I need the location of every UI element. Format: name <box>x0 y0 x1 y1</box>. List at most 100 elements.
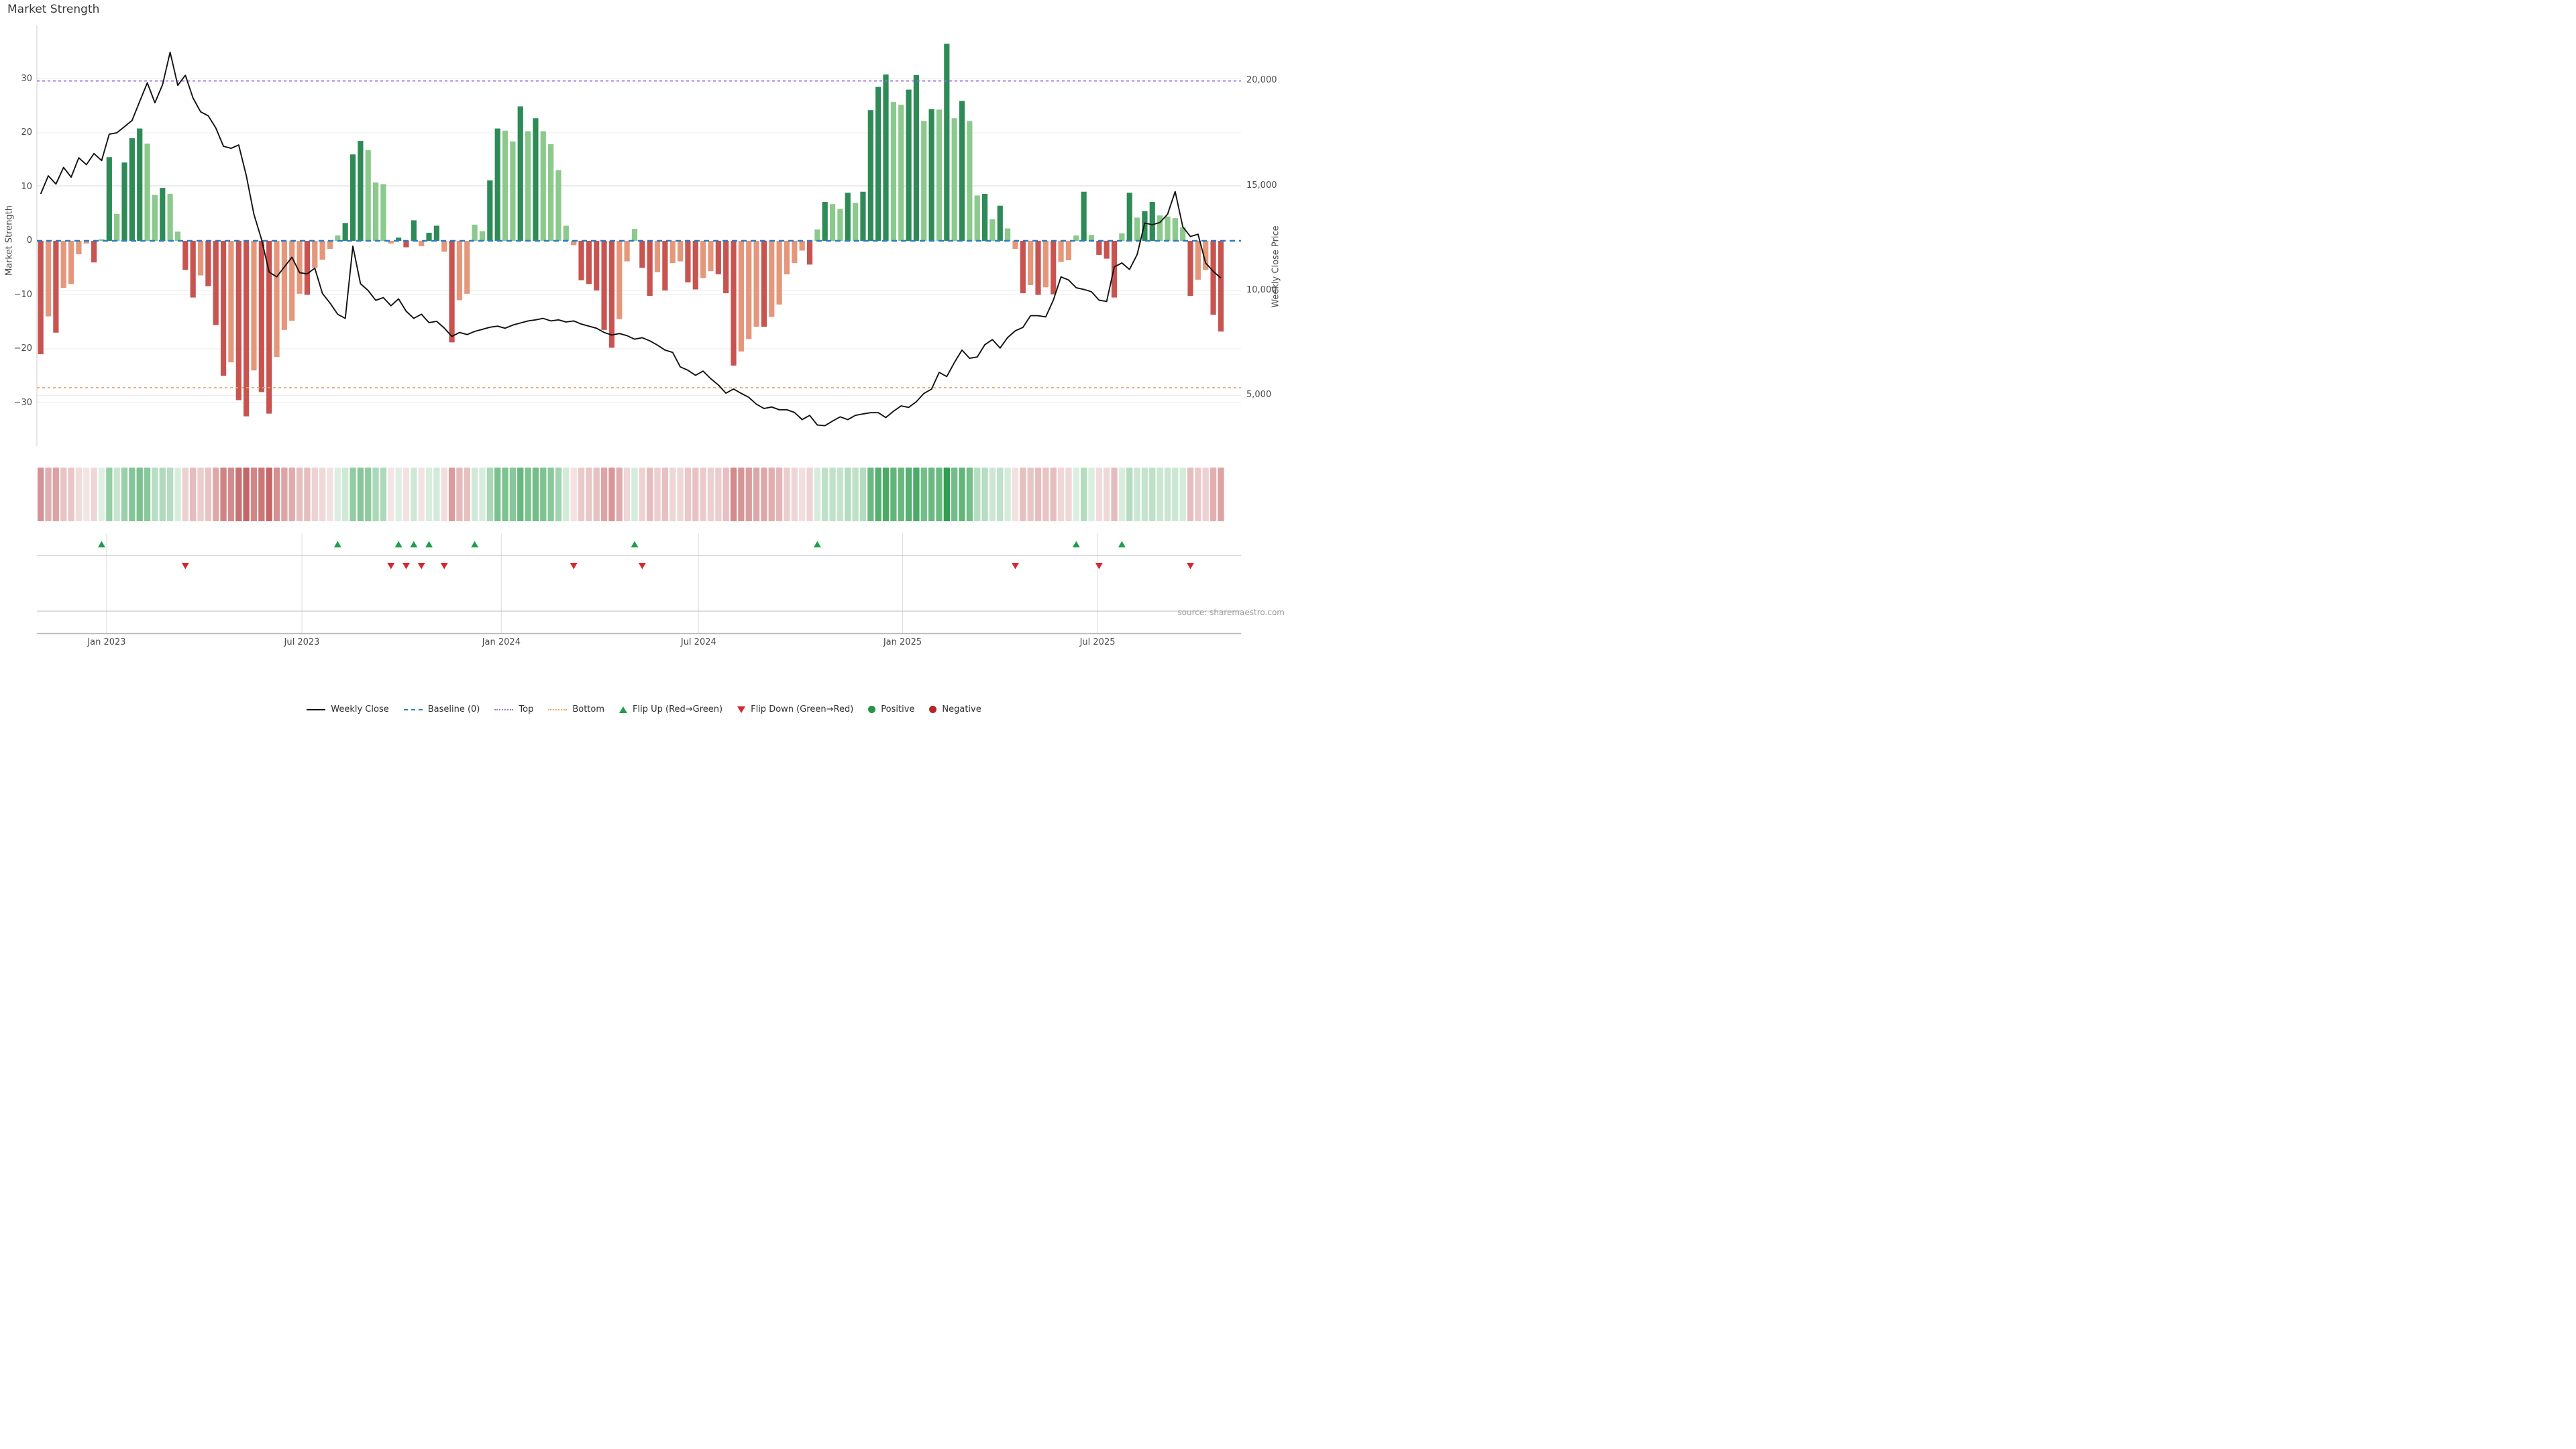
x-tick-label: Jul 2024 <box>681 637 716 647</box>
x-tick-label: Jan 2024 <box>482 637 521 647</box>
heatmap-cell <box>822 468 828 521</box>
strength-bar <box>639 241 645 268</box>
flip-down-marker <box>387 563 394 570</box>
strength-bar <box>837 209 843 241</box>
strength-bar <box>495 129 500 241</box>
x-tick-label: Jan 2023 <box>87 637 125 647</box>
heatmap-cell <box>837 468 843 521</box>
heatmap-cell <box>723 468 729 521</box>
flip-up-marker <box>814 541 821 548</box>
strength-bar <box>868 110 873 241</box>
heatmap-cell <box>372 468 378 521</box>
strength-bar <box>891 102 896 241</box>
strength-bar <box>1195 241 1201 280</box>
left-tick-label: 0 <box>5 235 32 246</box>
heatmap-cell <box>205 468 211 521</box>
flip-up-marker <box>631 541 638 548</box>
strength-bar <box>753 241 759 327</box>
strength-bar <box>898 105 904 241</box>
chart-canvas <box>0 0 1288 724</box>
strength-bar <box>457 241 462 301</box>
page-title: Market Strength <box>7 3 99 16</box>
strength-bar <box>548 144 553 241</box>
heatmap-cell <box>669 468 676 521</box>
flip-up-marker <box>98 541 105 548</box>
strength-bar <box>647 241 653 296</box>
heatmap-cell <box>1218 468 1224 521</box>
strength-bar <box>38 241 44 354</box>
strength-bar <box>1005 228 1010 241</box>
strength-bar <box>1218 241 1224 331</box>
heatmap-cell <box>1149 468 1155 521</box>
strength-bar <box>777 241 782 305</box>
strength-bar <box>191 241 196 298</box>
legend-dash-icon <box>404 709 423 710</box>
heatmap-cell <box>1020 468 1026 521</box>
strength-bar <box>487 180 492 241</box>
heatmap-cell <box>76 468 82 521</box>
market-strength-chart: Market Strength Market Strength Weekly C… <box>0 0 1288 724</box>
heatmap-cell <box>692 468 698 521</box>
heatmap-cell <box>1203 468 1209 521</box>
heatmap-cell <box>601 468 607 521</box>
flip-up-marker <box>425 541 433 548</box>
strength-bar <box>1096 241 1102 255</box>
strength-bar <box>144 144 150 241</box>
strength-bar <box>761 241 767 327</box>
strength-bar <box>693 241 698 289</box>
strength-bar <box>807 241 812 264</box>
flip-down-marker <box>1012 563 1019 570</box>
strength-bar <box>426 233 431 241</box>
heatmap-cell <box>228 468 234 521</box>
heatmap-cell <box>738 468 744 521</box>
heatmap-cell <box>540 468 546 521</box>
heatmap-cell <box>806 468 812 521</box>
strength-bar <box>1142 211 1147 241</box>
heatmap-cell <box>297 468 303 521</box>
heatmap-cell <box>167 468 173 521</box>
legend-item: Baseline (0) <box>404 704 480 714</box>
heatmap-cell <box>989 468 996 521</box>
heatmap-cell <box>814 468 820 521</box>
strength-bar <box>982 194 987 241</box>
strength-bar <box>1127 193 1132 241</box>
strength-bar <box>251 241 256 370</box>
heatmap-cell <box>289 468 295 521</box>
strength-bar <box>578 241 584 280</box>
heatmap-cell <box>419 468 425 521</box>
heatmap-cell <box>875 468 881 521</box>
legend-item: Positive <box>868 704 914 714</box>
strength-bar <box>236 241 241 400</box>
strength-bar <box>769 241 774 317</box>
flip-up-marker <box>334 541 341 548</box>
strength-bar <box>746 241 751 339</box>
legend-label: Bottom <box>572 704 604 714</box>
strength-bar <box>327 241 333 249</box>
strength-bar <box>305 241 310 295</box>
strength-bar <box>53 241 58 333</box>
strength-bar <box>685 241 690 282</box>
strength-bar <box>205 241 211 286</box>
legend-label: Weekly Close <box>331 704 388 714</box>
strength-bar <box>731 241 736 366</box>
legend-item: Bottom <box>548 704 604 714</box>
strength-bar <box>1028 241 1033 285</box>
strength-bar <box>936 109 942 241</box>
heatmap-cell <box>472 468 478 521</box>
legend: Weekly CloseBaseline (0)TopBottomFlip Up… <box>0 704 1288 714</box>
heatmap-cell <box>433 468 439 521</box>
strength-bar <box>700 241 706 278</box>
strength-bar <box>541 131 546 241</box>
strength-bar <box>792 241 797 263</box>
strength-bar <box>678 241 683 262</box>
heatmap-cell <box>258 468 264 521</box>
strength-bar <box>564 225 569 241</box>
strength-bar <box>822 202 828 241</box>
heatmap-cell <box>1157 468 1163 521</box>
heatmap-cell <box>213 468 219 521</box>
strength-bar <box>228 241 233 362</box>
heatmap-cell <box>731 468 737 521</box>
legend-item: Flip Up (Red→Green) <box>619 704 722 714</box>
heatmap-cell <box>1195 468 1201 521</box>
heatmap-cell <box>776 468 782 521</box>
